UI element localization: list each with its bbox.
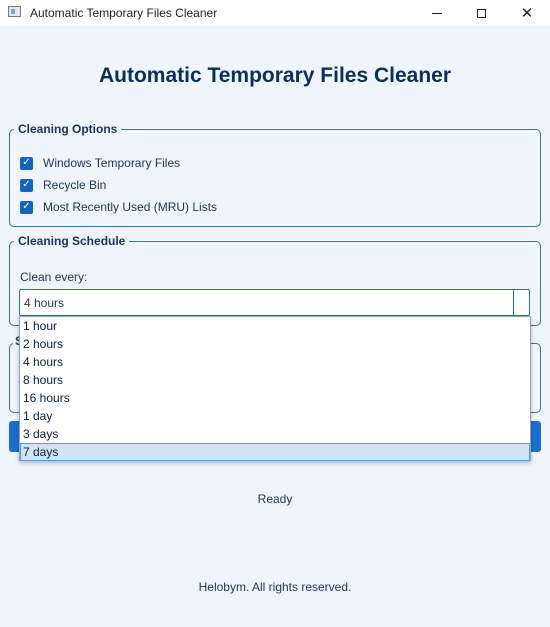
minimize-button[interactable] xyxy=(414,0,460,26)
footer-text: Helobym. All rights reserved. xyxy=(198,580,352,594)
interval-selected-value: 4 hours xyxy=(24,296,65,310)
dropdown-option[interactable]: 16 hours xyxy=(20,389,530,407)
action-button-right-edge[interactable] xyxy=(530,421,541,452)
cleaning-schedule-legend: Cleaning Schedule xyxy=(14,234,130,248)
checkmark-icon: ✓ xyxy=(20,200,33,214)
dropdown-option[interactable]: 3 days xyxy=(20,425,530,443)
interval-dropdown-list[interactable]: 1 hour 2 hours 4 hours 8 hours 16 hours … xyxy=(19,316,531,461)
checkmark-icon: ✓ xyxy=(20,156,33,170)
status-text: Ready xyxy=(257,492,293,506)
maximize-icon xyxy=(476,8,486,18)
clean-every-label: Clean every: xyxy=(20,270,88,284)
title-bar: Automatic Temporary Files Cleaner ✕ xyxy=(0,0,550,26)
checkbox-label: Windows Temporary Files xyxy=(43,156,181,170)
combobox-dropdown-button[interactable] xyxy=(513,290,529,315)
page-title: Automatic Temporary Files Cleaner xyxy=(98,64,452,87)
app-icon xyxy=(8,6,21,17)
minimize-icon xyxy=(432,12,442,14)
maximize-button[interactable] xyxy=(458,0,504,26)
interval-combobox[interactable]: 4 hours xyxy=(19,289,530,316)
dropdown-option[interactable]: 4 hours xyxy=(20,353,530,371)
recycle-bin-checkbox[interactable]: ✓ Recycle Bin xyxy=(20,178,106,192)
close-button[interactable]: ✕ xyxy=(504,0,550,26)
cleaning-schedule-group: Cleaning Schedule Clean every: 4 hours xyxy=(9,234,541,326)
checkmark-icon: ✓ xyxy=(20,178,33,192)
mru-lists-checkbox[interactable]: ✓ Most Recently Used (MRU) Lists xyxy=(20,200,217,214)
dropdown-option[interactable]: 2 hours xyxy=(20,335,530,353)
checkbox-label: Recycle Bin xyxy=(43,178,107,192)
dropdown-option[interactable]: 1 day xyxy=(20,407,530,425)
windows-temp-files-checkbox[interactable]: ✓ Windows Temporary Files xyxy=(20,156,180,170)
dropdown-option-highlighted[interactable]: 7 days xyxy=(20,443,530,461)
window-title: Automatic Temporary Files Cleaner xyxy=(30,6,218,20)
dropdown-option[interactable]: 8 hours xyxy=(20,371,530,389)
cleaning-options-group: Cleaning Options ✓ Windows Temporary Fil… xyxy=(9,122,541,227)
close-icon: ✕ xyxy=(520,5,534,22)
dropdown-option[interactable]: 1 hour xyxy=(20,317,530,335)
cleaning-options-legend: Cleaning Options xyxy=(14,122,122,136)
checkbox-label: Most Recently Used (MRU) Lists xyxy=(43,200,218,214)
